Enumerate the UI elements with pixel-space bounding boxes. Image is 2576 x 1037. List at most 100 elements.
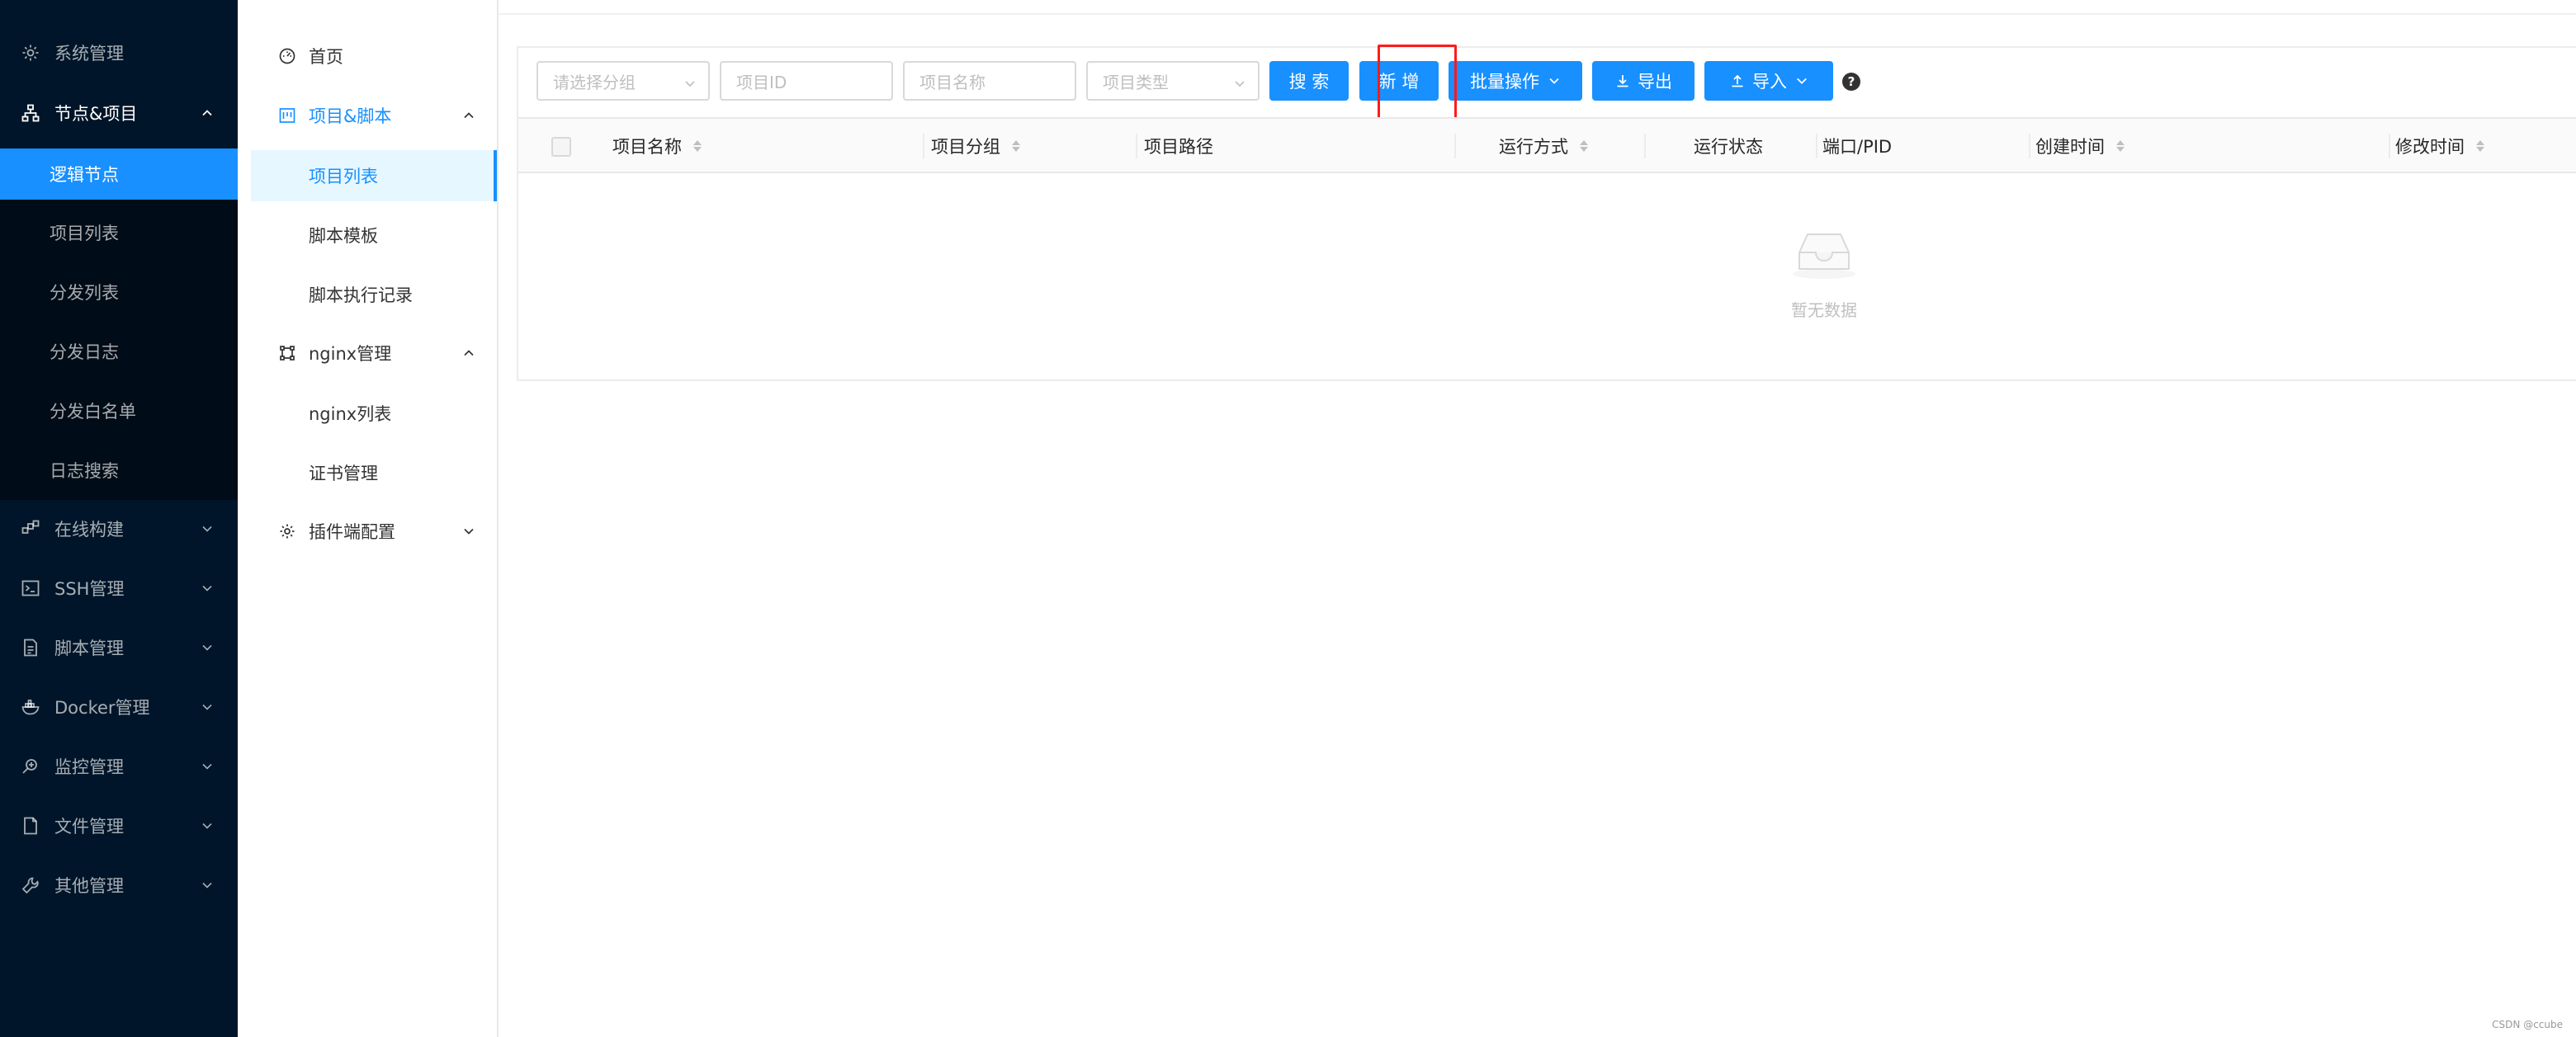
menu-group-label: 插件端配置 xyxy=(309,522,395,542)
column-header-project-name[interactable]: 项目名称 xyxy=(612,119,702,173)
column-divider xyxy=(2389,134,2390,158)
project-name-input[interactable]: 项目名称 xyxy=(903,61,1076,101)
sidebar-item-other[interactable]: 其他管理 xyxy=(0,860,238,911)
column-header-label: 修改时间 xyxy=(2395,137,2465,157)
menu-group-project-script[interactable]: 项目&脚本 xyxy=(238,91,497,140)
sidebar-item-label: 系统管理 xyxy=(54,44,124,64)
menu-subitem-project-list[interactable]: 项目列表 xyxy=(251,150,497,201)
menu-subitem-label: 脚本执行记录 xyxy=(309,285,413,305)
project-type-placeholder: 项目类型 xyxy=(1103,72,1169,92)
sidebar-item-system[interactable]: 系统管理 xyxy=(0,27,238,78)
sidebar-item-docker[interactable]: Docker管理 xyxy=(0,681,238,733)
file-icon xyxy=(20,815,41,837)
column-header-label: 项目分组 xyxy=(931,137,1000,157)
chevron-down-icon xyxy=(200,521,215,536)
menu-subitem-script-log[interactable]: 脚本执行记录 xyxy=(251,269,497,320)
chevron-down-icon xyxy=(1548,74,1561,87)
help-icon[interactable]: ? xyxy=(1842,73,1860,91)
batch-operation-button[interactable]: 批量操作 xyxy=(1449,61,1582,101)
sidebar-item-label: 监控管理 xyxy=(54,757,124,777)
chevron-down-icon xyxy=(200,759,215,774)
column-header-label: 运行方式 xyxy=(1499,137,1568,157)
sidebar-subitem-dispatch-list[interactable]: 分发列表 xyxy=(0,266,238,318)
column-header-label: 创建时间 xyxy=(2035,137,2105,157)
batch-button-label: 批量操作 xyxy=(1470,72,1539,92)
menu-group-label: 项目&脚本 xyxy=(309,106,392,126)
menu-group-nginx[interactable]: nginx管理 xyxy=(238,328,497,378)
column-divider xyxy=(923,134,924,158)
watermark: CSDN @ccube xyxy=(2492,1019,2563,1030)
menu-group-plugin-config[interactable]: 插件端配置 xyxy=(238,507,497,556)
column-divider xyxy=(1644,134,1646,158)
sidebar-item-online-build[interactable]: 在线构建 xyxy=(0,503,238,554)
menu-subitem-label: 证书管理 xyxy=(309,464,378,483)
sidebar-subitem-log-search[interactable]: 日志搜索 xyxy=(0,445,238,496)
chevron-down-icon xyxy=(200,818,215,833)
menu-item-home[interactable]: 首页 xyxy=(238,31,497,81)
sidebar-item-label: 文件管理 xyxy=(54,817,124,837)
column-header-project-group[interactable]: 项目分组 xyxy=(931,119,1020,173)
select-all-checkbox[interactable] xyxy=(551,137,571,157)
sidebar-subitem-dispatch-log[interactable]: 分发日志 xyxy=(0,326,238,377)
add-button-label: 新 增 xyxy=(1378,72,1420,92)
export-button[interactable]: 导出 xyxy=(1592,61,1694,101)
sort-icon xyxy=(1580,138,1588,154)
sidebar-subitem-label: 分发日志 xyxy=(50,342,119,362)
chevron-down-icon xyxy=(200,700,215,714)
dashboard-icon xyxy=(277,46,297,66)
sidebar-item-file[interactable]: 文件管理 xyxy=(0,800,238,851)
chevron-down-icon xyxy=(1795,74,1808,87)
project-type-select[interactable]: 项目类型 xyxy=(1086,61,1260,101)
sitemap-icon xyxy=(20,102,41,124)
table-header: 项目名称 项目分组 项目路径 运行方式 运行状态 端口/PID 创建时间 修改时… xyxy=(518,117,2576,173)
menu-subitem-label: 项目列表 xyxy=(309,167,378,186)
chevron-down-icon xyxy=(200,581,215,596)
sidebar-item-ssh[interactable]: SSH管理 xyxy=(0,563,238,614)
menu-subitem-cert[interactable]: 证书管理 xyxy=(251,447,497,498)
column-header-created-time[interactable]: 创建时间 xyxy=(2035,119,2125,173)
menu-subitem-label: nginx列表 xyxy=(309,404,392,424)
search-button[interactable]: 搜 索 xyxy=(1269,61,1349,101)
app-root: 系统管理 节点&项目 逻辑节点 项目列表 分发列表 分发日志 分发白名单 日志搜 xyxy=(0,0,2576,1037)
sidebar-subitem-label: 逻辑节点 xyxy=(50,165,119,185)
main-sidebar: 系统管理 节点&项目 逻辑节点 项目列表 分发列表 分发日志 分发白名单 日志搜 xyxy=(0,0,238,1037)
chevron-down-icon xyxy=(200,878,215,893)
sidebar-item-monitor[interactable]: 监控管理 xyxy=(0,741,238,792)
import-button-label: 导入 xyxy=(1752,72,1787,92)
menu-subitem-nginx-list[interactable]: nginx列表 xyxy=(251,388,497,439)
gear-icon xyxy=(20,42,41,64)
empty-text: 暂无数据 xyxy=(1791,300,1857,320)
group-select[interactable]: 请选择分组 xyxy=(536,61,710,101)
column-header-modified-time[interactable]: 修改时间 xyxy=(2395,119,2484,173)
search-button-label: 搜 索 xyxy=(1288,72,1330,92)
project-id-input[interactable]: 项目ID xyxy=(720,61,893,101)
sort-icon xyxy=(2116,138,2125,154)
chevron-down-icon xyxy=(1233,74,1246,87)
sidebar-item-script[interactable]: 脚本管理 xyxy=(0,622,238,673)
column-header-run-mode[interactable]: 运行方式 xyxy=(1499,119,1588,173)
sidebar-subitem-project-list[interactable]: 项目列表 xyxy=(0,207,238,258)
column-header-project-path: 项目路径 xyxy=(1144,119,1213,173)
chevron-up-icon xyxy=(462,109,475,122)
column-divider xyxy=(2029,134,2030,158)
add-button[interactable]: 新 增 xyxy=(1359,61,1439,101)
build-icon xyxy=(20,518,41,540)
project-name-placeholder: 项目名称 xyxy=(919,72,985,92)
sidebar-subitem-label: 分发白名单 xyxy=(50,402,136,422)
sidebar-subitem-dispatch-whitelist[interactable]: 分发白名单 xyxy=(0,385,238,436)
sidebar-item-node-project[interactable]: 节点&项目 xyxy=(0,87,238,139)
menu-group-label: nginx管理 xyxy=(309,344,392,364)
sidebar-item-label: 节点&项目 xyxy=(54,104,138,124)
column-header-label: 项目路径 xyxy=(1144,137,1213,157)
chevron-down-icon xyxy=(683,74,697,87)
sidebar-subitem-label: 项目列表 xyxy=(50,224,119,243)
chevron-up-icon xyxy=(200,106,215,120)
import-button[interactable]: 导入 xyxy=(1704,61,1833,101)
wrench-icon xyxy=(20,874,41,896)
download-icon xyxy=(1614,73,1631,89)
column-header-label: 运行状态 xyxy=(1694,137,1763,157)
docker-icon xyxy=(20,696,41,718)
menu-subitem-script-template[interactable]: 脚本模板 xyxy=(251,210,497,261)
sidebar-subitem-logic-node[interactable]: 逻辑节点 xyxy=(0,148,238,200)
sidebar-item-label: 在线构建 xyxy=(54,520,124,540)
